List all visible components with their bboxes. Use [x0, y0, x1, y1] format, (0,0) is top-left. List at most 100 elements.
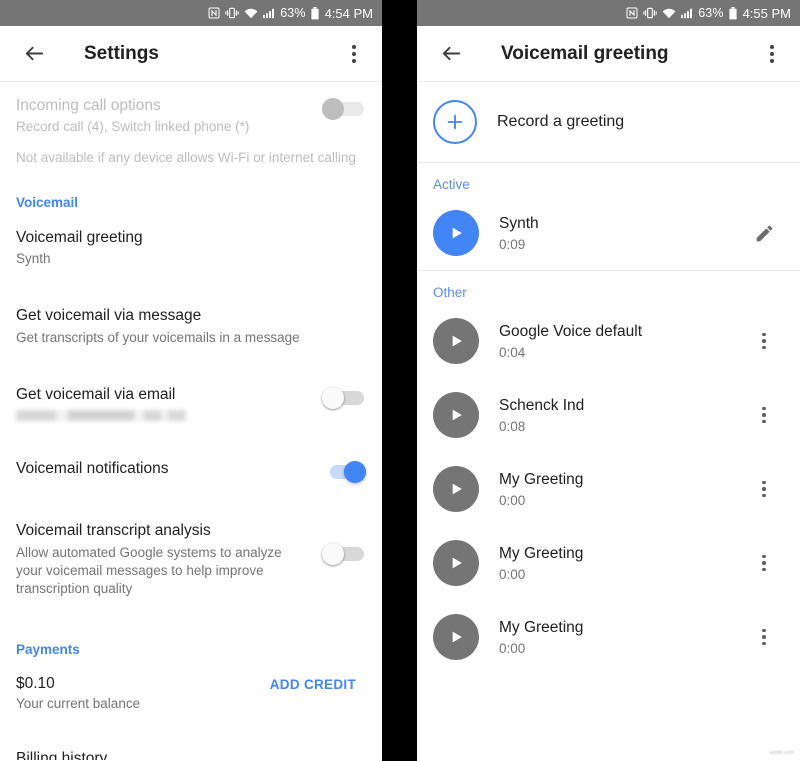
left-app-bar: Settings: [0, 26, 382, 82]
add-credit-button[interactable]: ADD CREDIT: [270, 675, 366, 692]
setting-row-billing-history[interactable]: Billing history: [0, 735, 382, 760]
overflow-icon: [762, 480, 766, 498]
voicemail-transcript-analysis-toggle[interactable]: [322, 543, 366, 566]
dual-phone-screenshot: 63% 4:54 PM Settings Incoming call optio…: [0, 0, 800, 761]
right-phone-panel: 63% 4:55 PM Voicemail greeting Record a …: [417, 0, 800, 761]
row-title: Get voicemail via email: [16, 386, 176, 403]
greeting-name: Synth: [499, 215, 539, 233]
row-subtitle: Get transcripts of your voicemails in a …: [16, 329, 300, 345]
back-button[interactable]: [431, 34, 471, 74]
toggle-knob: [322, 387, 344, 409]
greeting-overflow-button[interactable]: [744, 543, 784, 583]
section-header-payments: Payments: [16, 642, 80, 658]
greeting-row-other-2[interactable]: My Greeting 0:00: [417, 452, 800, 526]
section-header-other: Other: [433, 285, 467, 300]
greeting-overflow-button[interactable]: [744, 321, 784, 361]
section-header-active: Active: [433, 177, 470, 192]
clock-time: 4:55 PM: [742, 5, 791, 21]
play-icon[interactable]: [433, 392, 479, 438]
setting-row-voicemail-transcript-analysis[interactable]: Voicemail transcript analysis Allow auto…: [0, 507, 382, 610]
greeting-duration: 0:00: [499, 640, 526, 656]
greeting-duration: 0:04: [499, 344, 526, 360]
setting-row-voicemail-via-message[interactable]: Get voicemail via message Get transcript…: [0, 292, 382, 359]
greeting-row-active[interactable]: Synth 0:09: [417, 196, 800, 270]
overflow-icon: [770, 44, 774, 63]
greeting-row-other-3[interactable]: My Greeting 0:00: [417, 526, 800, 600]
signal-icon: [263, 8, 275, 19]
greeting-duration: 0:09: [499, 236, 526, 252]
balance-label: Your current balance: [16, 696, 141, 712]
redacted-email-address: [16, 410, 186, 422]
page-title: Voicemail greeting: [501, 42, 669, 64]
battery-percent: 63%: [698, 5, 724, 20]
setting-row-voicemail-greeting[interactable]: Voicemail greeting Synth: [0, 214, 382, 281]
nfc-icon: [626, 7, 638, 19]
payments-balance-row: $0.10 Your current balance ADD CREDIT: [0, 661, 382, 723]
play-icon[interactable]: [433, 210, 479, 256]
greeting-row-other-1[interactable]: Schenck Ind 0:08: [417, 378, 800, 452]
play-icon[interactable]: [433, 466, 479, 512]
row-title: Get voicemail via message: [16, 307, 202, 325]
section-header-voicemail: Voicemail: [16, 194, 79, 210]
overflow-icon: [762, 332, 766, 350]
back-button[interactable]: [14, 34, 54, 74]
row-subtitle: Synth: [16, 251, 51, 267]
greeting-list: Record a greeting Active Synth 0:09 Othe…: [417, 82, 800, 760]
clock-time: 4:54 PM: [324, 5, 373, 21]
overflow-menu-button[interactable]: [752, 34, 792, 74]
battery-icon: [310, 6, 319, 20]
greeting-name: Schenck Ind: [499, 397, 585, 415]
setting-row-voicemail-notifications[interactable]: Voicemail notifications: [0, 445, 382, 495]
greeting-duration: 0:00: [499, 566, 526, 582]
toggle-knob: [322, 543, 344, 566]
record-a-greeting-label: Record a greeting: [497, 113, 625, 130]
row-title: Voicemail notifications: [16, 460, 169, 478]
greeting-duration: 0:00: [499, 492, 526, 508]
setting-row-incoming-call-options[interactable]: Incoming call options Record call (4), S…: [0, 82, 382, 149]
toggle-knob: [344, 461, 366, 484]
vibrate-icon: [225, 7, 239, 19]
setting-row-voicemail-via-email[interactable]: Get voicemail via email: [0, 371, 382, 433]
incoming-call-options-toggle[interactable]: [322, 98, 366, 120]
overflow-icon: [352, 44, 356, 63]
greeting-duration: 0:08: [499, 418, 526, 434]
greeting-row-other-0[interactable]: Google Voice default 0:04: [417, 304, 800, 378]
greeting-row-other-4[interactable]: My Greeting 0:00: [417, 600, 800, 674]
battery-percent: 63%: [280, 5, 306, 20]
vibrate-icon: [643, 7, 657, 19]
toggle-knob: [322, 98, 344, 120]
play-icon[interactable]: [433, 614, 479, 660]
battery-icon: [728, 6, 737, 20]
row-subtitle: Record call (4), Switch linked phone (*): [16, 119, 250, 135]
play-icon[interactable]: [433, 318, 479, 364]
greeting-overflow-button[interactable]: [744, 617, 784, 657]
balance-amount: $0.10: [16, 675, 55, 693]
voicemail-notifications-toggle[interactable]: [322, 461, 366, 484]
play-icon[interactable]: [433, 540, 479, 586]
left-settings-list: Incoming call options Record call (4), S…: [0, 82, 382, 760]
overflow-menu-button[interactable]: [334, 34, 374, 74]
left-status-bar: 63% 4:54 PM: [0, 0, 382, 26]
row-title: Voicemail transcript analysis: [16, 522, 211, 540]
greeting-name: Google Voice default: [499, 323, 643, 341]
panel-divider: [382, 0, 417, 761]
greeting-overflow-button[interactable]: [744, 469, 784, 509]
greeting-name: My Greeting: [499, 471, 584, 489]
incoming-call-note: Not available if any device allows Wi-Fi…: [16, 149, 356, 165]
edit-greeting-button[interactable]: [744, 213, 784, 253]
greeting-overflow-button[interactable]: [744, 395, 784, 435]
row-title: Billing history: [16, 750, 108, 760]
nfc-icon: [208, 7, 220, 19]
greeting-name: My Greeting: [499, 619, 584, 637]
record-a-greeting-button[interactable]: Record a greeting: [417, 82, 800, 162]
wifi-icon: [662, 8, 676, 19]
right-app-bar: Voicemail greeting: [417, 26, 800, 82]
voicemail-via-email-toggle[interactable]: [322, 387, 366, 409]
overflow-icon: [762, 628, 766, 646]
